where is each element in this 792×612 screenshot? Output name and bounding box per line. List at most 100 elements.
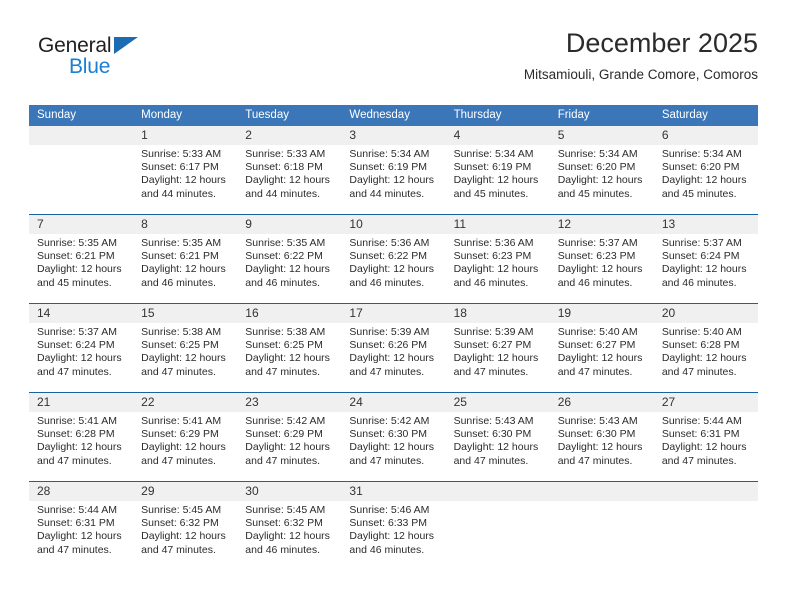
sunset-text: Sunset: 6:27 PM [453,339,532,352]
calendar-day-cell[interactable]: 26 Sunrise: 5:43 AM Sunset: 6:30 PM Dayligh… [549,392,654,482]
calendar-week-row: 1 Sunrise: 5:33 AM Sunset: 6:17 PM Daylight… [29,126,758,215]
calendar-day-cell[interactable]: 21 Sunrise: 5:41 AM Sunset: 6:28 PM Dayligh… [29,392,134,482]
sunset-text: Sunset: 6:29 PM [245,428,323,441]
calendar-day-cell[interactable]: 3 Sunrise: 5:34 AM Sunset: 6:19 PM Daylight… [341,126,446,215]
calendar-day-cell[interactable]: 1 Sunrise: 5:33 AM Sunset: 6:17 PM Daylight… [133,126,238,215]
calendar-day-cell[interactable]: 15 Sunrise: 5:38 AM Sunset: 6:25 PM Dayligh… [133,303,238,393]
daylight-text-line2: and 47 minutes. [37,454,112,467]
day-details: Sunrise: 5:36 AM Sunset: 6:23 PM Daylight:… [446,234,550,290]
calendar-day-cell[interactable]: 12 Sunrise: 5:37 AM Sunset: 6:23 PM Dayligh… [549,214,654,304]
calendar-header-row-group: Sunday Monday Tuesday Wednesday Thursday… [29,105,758,126]
daylight-text-line1: Daylight: 12 hours [349,441,435,454]
sunrise-text: Sunrise: 5:35 AM [37,237,117,249]
calendar-day-cell[interactable]: 27 Sunrise: 5:44 AM Sunset: 6:31 PM Dayligh… [653,392,758,482]
calendar-day-cell[interactable]: 16 Sunrise: 5:38 AM Sunset: 6:25 PM Dayligh… [237,303,342,393]
sunrise-text: Sunrise: 5:37 AM [557,237,638,249]
calendar-day-cell[interactable]: 9 Sunrise: 5:35 AM Sunset: 6:22 PM Daylight… [237,214,342,304]
sunset-text: Sunset: 6:24 PM [37,339,115,352]
calendar-day-cell[interactable]: 2 Sunrise: 5:33 AM Sunset: 6:18 PM Daylight… [237,126,342,215]
calendar-day-cell[interactable]: 8 Sunrise: 5:35 AM Sunset: 6:21 PM Daylight… [133,214,238,304]
calendar-week-row: 7 Sunrise: 5:35 AM Sunset: 6:21 PM Daylight… [29,214,758,304]
daylight-text-line1: Daylight: 12 hours [141,352,226,365]
daylight-text-line1: Daylight: 12 hours [557,441,643,454]
sunset-text: Sunset: 6:27 PM [557,339,636,352]
day-details: Sunrise: 5:44 AM Sunset: 6:31 PM Daylight:… [654,412,758,468]
daylight-text-line1: Daylight: 12 hours [245,352,330,365]
daylight-text-line2: and 46 minutes. [141,276,216,289]
day-number: 7 [29,215,134,234]
calendar-day-cell[interactable]: 11 Sunrise: 5:36 AM Sunset: 6:23 PM Dayligh… [445,214,550,304]
daylight-text-line2: and 46 minutes. [245,543,320,556]
calendar-day-cell[interactable]: 18 Sunrise: 5:39 AM Sunset: 6:27 PM Dayligh… [445,303,550,393]
calendar-day-cell[interactable]: 6 Sunrise: 5:34 AM Sunset: 6:20 PM Daylight… [653,126,758,215]
calendar-day-cell[interactable]: 30 Sunrise: 5:45 AM Sunset: 6:32 PM Dayligh… [237,481,342,570]
general-blue-logo[interactable]: General Blue [38,34,168,86]
daylight-text-line1: Daylight: 12 hours [661,174,747,187]
calendar-day-cell[interactable]: 10 Sunrise: 5:36 AM Sunset: 6:22 PM Dayligh… [341,214,446,304]
weekday-header-thursday: Thursday [445,105,550,126]
calendar-day-cell[interactable]: 7 Sunrise: 5:35 AM Sunset: 6:21 PM Daylight… [29,214,134,304]
day-details: Sunrise: 5:35 AM Sunset: 6:21 PM Daylight:… [133,234,237,290]
day-number: 4 [445,126,550,145]
day-number: 16 [237,304,342,323]
calendar-day-cell[interactable]: 20 Sunrise: 5:40 AM Sunset: 6:28 PM Dayligh… [653,303,758,393]
calendar-day-cell[interactable]: 29 Sunrise: 5:45 AM Sunset: 6:32 PM Dayligh… [133,481,238,570]
daylight-text-line2: and 47 minutes. [141,365,216,378]
day-details: Sunrise: 5:45 AM Sunset: 6:32 PM Daylight:… [237,501,341,557]
calendar-day-cell[interactable]: 4 Sunrise: 5:34 AM Sunset: 6:19 PM Daylight… [445,126,550,215]
day-details: Sunrise: 5:39 AM Sunset: 6:27 PM Daylight:… [446,323,550,379]
sunset-text: Sunset: 6:24 PM [661,250,740,263]
day-details: Sunrise: 5:45 AM Sunset: 6:32 PM Daylight:… [133,501,237,557]
sunset-text: Sunset: 6:20 PM [557,161,636,174]
calendar-day-cell[interactable]: 28 Sunrise: 5:44 AM Sunset: 6:31 PM Dayligh… [29,481,134,570]
day-details: Sunrise: 5:43 AM Sunset: 6:30 PM Daylight:… [550,412,654,468]
calendar-day-cell[interactable]: 31 Sunrise: 5:46 AM Sunset: 6:33 PM Dayligh… [341,481,446,570]
calendar-day-cell[interactable]: 5 Sunrise: 5:34 AM Sunset: 6:20 PM Daylight… [549,126,654,215]
sunset-text: Sunset: 6:18 PM [245,161,323,174]
daylight-text-line1: Daylight: 12 hours [453,174,539,187]
daylight-text-line2: and 47 minutes. [141,543,216,556]
day-number: 13 [653,215,758,234]
daylight-text-line2: and 46 minutes. [349,276,425,289]
calendar-empty-cell [549,481,654,570]
sunrise-text: Sunrise: 5:44 AM [661,415,742,427]
sunset-text: Sunset: 6:29 PM [141,428,219,441]
sunrise-text: Sunrise: 5:40 AM [661,326,742,338]
calendar-day-cell[interactable]: 25 Sunrise: 5:43 AM Sunset: 6:30 PM Dayligh… [445,392,550,482]
calendar-day-cell[interactable]: 17 Sunrise: 5:39 AM Sunset: 6:26 PM Dayligh… [341,303,446,393]
sunrise-text: Sunrise: 5:45 AM [245,504,326,516]
day-number: 22 [133,393,238,412]
calendar-day-cell[interactable]: 24 Sunrise: 5:42 AM Sunset: 6:30 PM Dayligh… [341,392,446,482]
calendar-day-cell[interactable]: 13 Sunrise: 5:37 AM Sunset: 6:24 PM Dayligh… [653,214,758,304]
day-number: 3 [341,126,446,145]
day-details: Sunrise: 5:39 AM Sunset: 6:26 PM Daylight:… [341,323,445,379]
sunset-text: Sunset: 6:28 PM [661,339,740,352]
day-number: 18 [445,304,550,323]
calendar-day-cell[interactable]: 14 Sunrise: 5:37 AM Sunset: 6:24 PM Dayligh… [29,303,134,393]
daylight-text-line2: and 47 minutes. [557,454,633,467]
daylight-text-line1: Daylight: 12 hours [349,263,435,276]
page-subtitle: Mitsamiouli, Grande Comore, Comoros [523,67,758,82]
sunset-text: Sunset: 6:22 PM [349,250,428,263]
daylight-text-line1: Daylight: 12 hours [141,530,226,543]
sunset-text: Sunset: 6:19 PM [349,161,428,174]
sunset-text: Sunset: 6:32 PM [245,517,323,530]
daylight-text-line1: Daylight: 12 hours [453,441,539,454]
daylight-text-line1: Daylight: 12 hours [37,530,122,543]
sunset-text: Sunset: 6:30 PM [557,428,636,441]
sunset-text: Sunset: 6:31 PM [661,428,740,441]
daylight-text-line2: and 47 minutes. [245,454,320,467]
daylight-text-line1: Daylight: 12 hours [37,352,122,365]
sunset-text: Sunset: 6:25 PM [245,339,323,352]
day-number: 20 [653,304,758,323]
calendar-day-cell[interactable]: 19 Sunrise: 5:40 AM Sunset: 6:27 PM Dayligh… [549,303,654,393]
weekday-header-friday: Friday [549,105,654,126]
calendar-day-cell[interactable]: 23 Sunrise: 5:42 AM Sunset: 6:29 PM Dayligh… [237,392,342,482]
day-number [549,482,654,501]
day-number: 26 [549,393,654,412]
page-header: General Blue December 2025 Mitsamiouli, … [29,26,758,98]
calendar-grid: Sunday Monday Tuesday Wednesday Thursday… [29,105,758,570]
daylight-text-line2: and 47 minutes. [661,365,737,378]
daylight-text-line2: and 46 minutes. [245,276,320,289]
calendar-day-cell[interactable]: 22 Sunrise: 5:41 AM Sunset: 6:29 PM Dayligh… [133,392,238,482]
